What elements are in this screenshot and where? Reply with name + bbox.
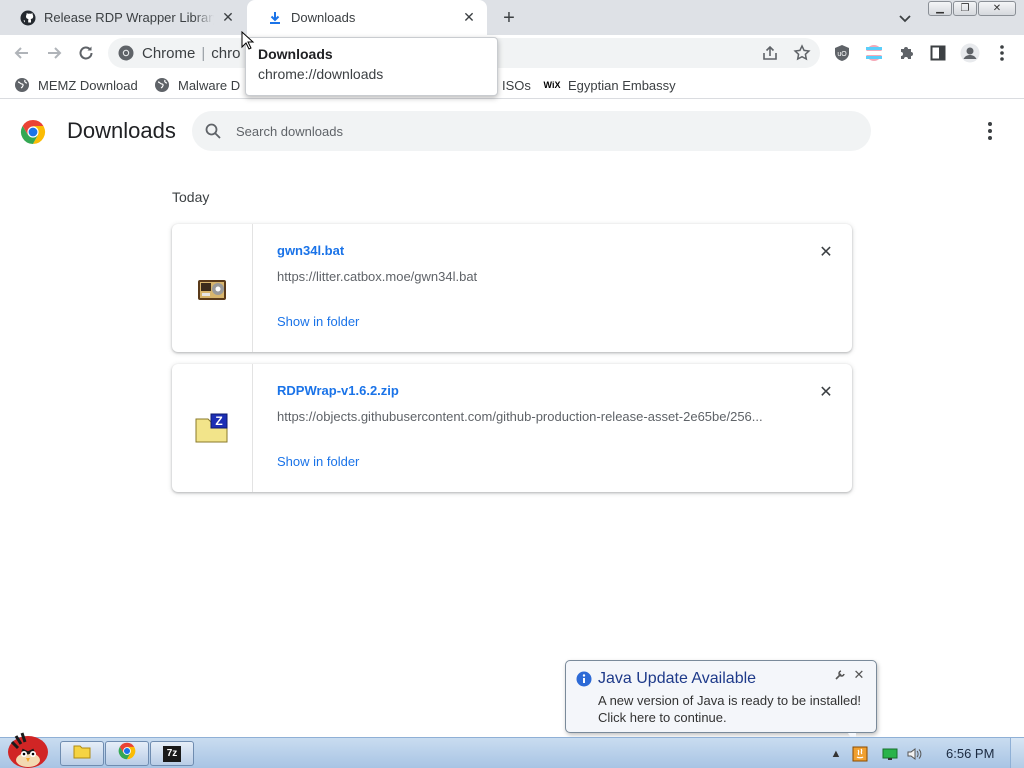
forward-arrow-icon[interactable] (44, 43, 64, 63)
search-input[interactable] (236, 119, 836, 143)
new-tab-button[interactable]: + (498, 7, 520, 29)
notification-line: Click here to continue. (598, 710, 727, 725)
zip-file-icon: Z (172, 364, 253, 492)
show-desktop-button[interactable] (1010, 738, 1024, 768)
download-source-url[interactable]: https://objects.githubusercontent.com/gi… (277, 409, 777, 424)
tab-close-icon[interactable]: ✕ (220, 9, 236, 25)
show-in-folder-link[interactable]: Show in folder (277, 454, 359, 469)
date-section-heading: Today (172, 189, 210, 205)
taskbar-clock[interactable]: 6:56 PM (946, 746, 994, 761)
maximize-button[interactable]: ❐ (953, 1, 977, 16)
profile-avatar-icon[interactable] (960, 43, 980, 63)
browser-menu-icon[interactable] (992, 43, 1012, 63)
address-site-label: Chrome (142, 45, 196, 62)
mouse-cursor-icon (241, 30, 255, 51)
notification-title: Java Update Available (598, 670, 757, 687)
svg-text:uO: uO (837, 51, 847, 58)
tab-downloads[interactable]: Downloads ✕ (247, 0, 487, 35)
downloads-menu-icon[interactable] (980, 120, 1000, 142)
notification-body: A new version of Java is ready to be ins… (598, 692, 861, 726)
address-url: chro (211, 45, 241, 62)
download-item: gwn34l.bat https://litter.catbox.moe/gwn… (172, 224, 852, 352)
chrome-logo-icon (20, 119, 46, 145)
remove-download-icon[interactable]: ✕ (816, 382, 836, 402)
extensions-puzzle-icon[interactable] (896, 43, 916, 63)
bookmark-label: Egyptian Embassy (568, 77, 676, 93)
tab-search-chevron-icon[interactable] (896, 9, 914, 27)
bookmark-malware[interactable]: Malware D (154, 76, 240, 94)
side-panel-icon[interactable] (928, 43, 948, 63)
tooltip-title: Downloads (258, 46, 333, 62)
extension-flag-icon[interactable] (864, 43, 884, 63)
download-filename-link[interactable]: RDPWrap-v1.6.2.zip (277, 383, 399, 398)
remove-download-icon[interactable]: ✕ (816, 242, 836, 262)
download-icon (267, 10, 283, 26)
tab-strip: Release RDP Wrapper Library ✕ Downloads … (0, 0, 1024, 35)
bookmark-memz-download[interactable]: MEMZ Download (14, 76, 138, 94)
download-filename-link[interactable]: gwn34l.bat (277, 243, 344, 258)
bookmark-star-icon[interactable] (792, 43, 812, 63)
notification-line: A new version of Java is ready to be ins… (598, 693, 862, 708)
chrome-icon (118, 742, 136, 765)
tab-close-icon[interactable]: ✕ (461, 9, 477, 25)
github-icon (20, 10, 36, 26)
address-text: Chrome | chro (142, 45, 241, 62)
search-icon (204, 122, 222, 140)
downloads-header: Downloads (0, 100, 1024, 162)
svg-text:Z: Z (215, 414, 222, 428)
bookmark-label: MEMZ Download (38, 77, 138, 93)
page-title: Downloads (67, 118, 176, 143)
search-downloads-box[interactable] (192, 111, 871, 151)
bookmark-egyptian-embassy[interactable]: WiX Egyptian Embassy (544, 76, 676, 94)
7zip-icon: 7z (163, 745, 181, 762)
tab-hover-tooltip: Downloads chrome://downloads (245, 37, 498, 96)
tooltip-url: chrome://downloads (258, 66, 384, 82)
notification-close-icon[interactable]: ✕ (852, 667, 866, 682)
back-arrow-icon[interactable] (12, 43, 32, 63)
globe-icon (14, 77, 30, 93)
network-icon[interactable] (882, 746, 898, 762)
share-icon[interactable] (760, 43, 780, 63)
batch-file-icon (172, 224, 253, 352)
bookmark-label: Malware D (178, 77, 241, 93)
java-tray-icon[interactable] (852, 746, 868, 762)
tab-title: Release RDP Wrapper Library (44, 10, 214, 25)
taskbar-chrome-button[interactable] (105, 741, 149, 766)
bookmarks-bar: MEMZ Download Malware D ISOs WiX Egyptia… (0, 71, 1024, 99)
window-close-button[interactable]: ✕ (978, 1, 1016, 16)
info-icon (576, 671, 592, 687)
volume-icon[interactable] (906, 746, 922, 762)
wrench-icon[interactable] (834, 669, 848, 683)
explorer-icon (73, 743, 91, 764)
reload-icon[interactable] (76, 43, 96, 63)
show-hidden-icons-icon[interactable]: ▲ (828, 746, 844, 762)
show-in-folder-link[interactable]: Show in folder (277, 314, 359, 329)
minimize-button[interactable]: ▁ (928, 1, 952, 16)
browser-toolbar: Chrome | chro uO (0, 35, 1024, 71)
globe-icon (154, 77, 170, 93)
taskbar-explorer-button[interactable] (60, 741, 104, 766)
taskbar-7zip-button[interactable]: 7z (150, 741, 194, 766)
ublock-extension-icon[interactable]: uO (832, 43, 852, 63)
java-update-notification[interactable]: Java Update Available A new version of J… (565, 660, 877, 747)
tab-release-rdp-wrapper[interactable]: Release RDP Wrapper Library ✕ (0, 0, 246, 35)
download-source-url[interactable]: https://litter.catbox.moe/gwn34l.bat (277, 269, 777, 284)
wix-icon: WiX (543, 80, 561, 90)
start-button[interactable] (2, 730, 54, 768)
chrome-icon (118, 45, 134, 61)
download-item: Z RDPWrap-v1.6.2.zip https://objects.git… (172, 364, 852, 492)
taskbar: 7z ▲ 6:56 PM (0, 732, 1024, 768)
bookmark-label: ISOs (502, 77, 531, 93)
tab-title: Downloads (291, 10, 356, 25)
